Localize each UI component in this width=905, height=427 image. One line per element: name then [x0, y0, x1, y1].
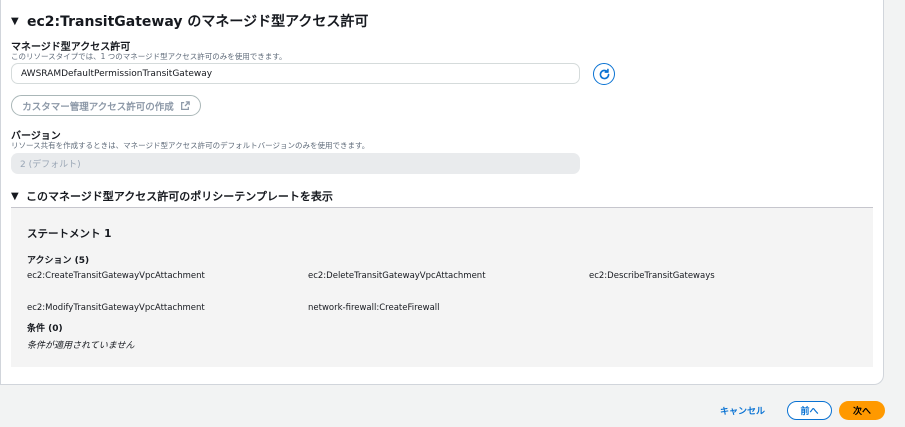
action-item: ec2:DescribeTransitGateways: [589, 271, 715, 281]
caret-down-icon: ▼: [11, 15, 19, 27]
version-description: リソース共有を作成するときは、マネージド型アクセス許可のデフォルトバージョンのみ…: [11, 141, 370, 150]
statement-title: ステートメント 1: [27, 228, 112, 240]
permission-card: ▼ ec2:TransitGateway のマネージド型アクセス許可 マネージド…: [0, 0, 884, 385]
managed-permission-value: AWSRAMDefaultPermissionTransitGateway: [21, 68, 213, 79]
caret-down-icon: ▼: [11, 190, 19, 202]
refresh-icon: [599, 68, 609, 79]
policy-template-toggle[interactable]: ▼ このマネージド型アクセス許可のポリシーテンプレートを表示: [11, 188, 333, 204]
conditions-value: 条件が適用されていません: [27, 341, 135, 351]
action-item: ec2:CreateTransitGatewayVpcAttachment: [27, 271, 205, 281]
managed-permission-select[interactable]: AWSRAMDefaultPermissionTransitGateway: [11, 63, 580, 84]
refresh-button[interactable]: [593, 63, 615, 85]
section-title: ec2:TransitGateway のマネージド型アクセス許可: [27, 14, 369, 30]
action-item: ec2:ModifyTransitGatewayVpcAttachment: [27, 303, 205, 313]
conditions-label: 条件 (0): [27, 324, 63, 334]
cancel-button[interactable]: キャンセル: [720, 404, 765, 417]
external-link-icon: [180, 100, 190, 110]
create-customer-permission-label: カスタマー管理アクセス許可の作成: [22, 101, 174, 113]
version-value: 2 (デフォルト): [20, 160, 81, 170]
policy-template-toggle-label: このマネージド型アクセス許可のポリシーテンプレートを表示: [26, 190, 333, 203]
actions-label: アクション (5): [27, 256, 90, 266]
next-button[interactable]: 次へ: [839, 401, 885, 420]
managed-permission-description: このリソースタイプでは、1 つのマネージド型アクセス許可のみを使用できます。: [11, 52, 287, 61]
action-item: ec2:DeleteTransitGatewayVpcAttachment: [308, 271, 486, 281]
version-select: 2 (デフォルト): [11, 153, 580, 174]
action-item: network-firewall:CreateFirewall: [308, 303, 440, 313]
previous-button[interactable]: 前へ: [787, 401, 832, 420]
statement-panel: ステートメント 1 アクション (5) ec2:CreateTransitGat…: [11, 208, 873, 367]
create-customer-permission-button[interactable]: カスタマー管理アクセス許可の作成: [11, 95, 201, 116]
section-header[interactable]: ▼ ec2:TransitGateway のマネージド型アクセス許可: [11, 11, 368, 31]
